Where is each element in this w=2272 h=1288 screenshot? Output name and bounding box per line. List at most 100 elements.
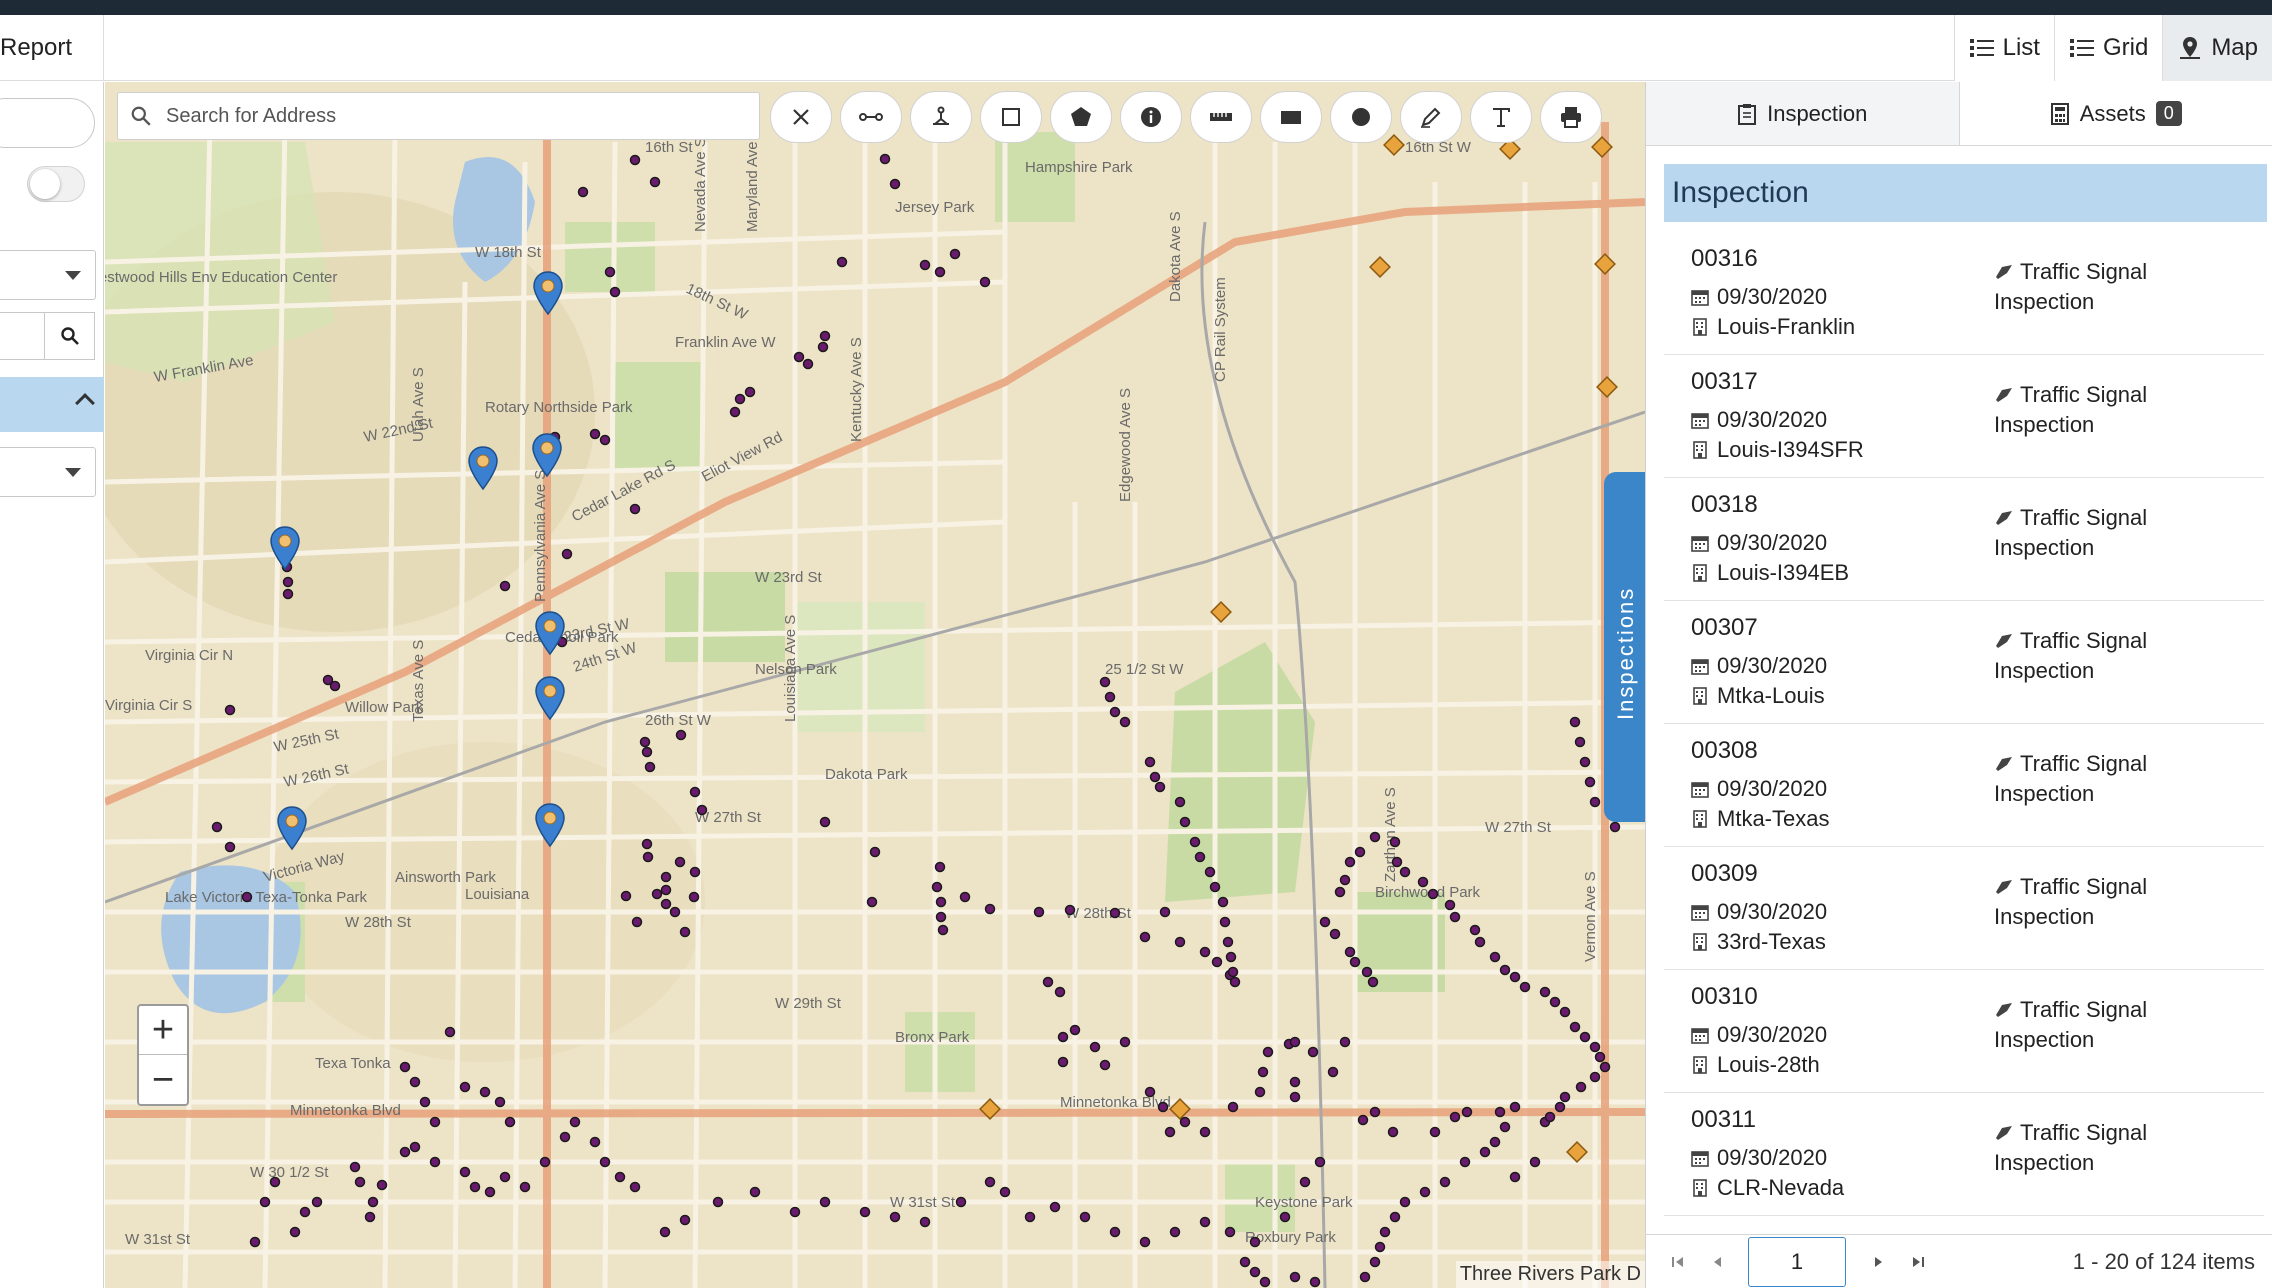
inspection-list-item[interactable]: 00318 09/30/2020 Louis-I394EB Traffic Signa… <box>1664 478 2264 601</box>
inspection-point[interactable] <box>935 911 947 923</box>
inspection-point[interactable] <box>1599 1061 1611 1073</box>
inspection-point[interactable] <box>649 176 661 188</box>
inspection-point[interactable] <box>1509 1171 1521 1183</box>
inspection-point[interactable] <box>679 926 691 938</box>
inspection-point[interactable] <box>1509 971 1521 983</box>
inspection-point[interactable] <box>1289 1091 1301 1103</box>
inspection-point[interactable] <box>1139 931 1151 943</box>
inspection-point[interactable] <box>660 884 672 896</box>
inspection-point[interactable] <box>1474 936 1486 948</box>
inspection-point[interactable] <box>1559 1006 1571 1018</box>
inspection-point[interactable] <box>1387 1126 1399 1138</box>
inspection-point[interactable] <box>1574 736 1586 748</box>
inspection-point[interactable] <box>1509 1101 1521 1113</box>
inspection-point[interactable] <box>934 266 946 278</box>
inspection-point[interactable] <box>614 1171 626 1183</box>
inspection-point[interactable] <box>984 903 996 915</box>
page-number-input[interactable]: 1 <box>1748 1236 1846 1287</box>
inspection-point[interactable] <box>879 153 891 165</box>
inspection-point[interactable] <box>712 1196 724 1208</box>
inspection-point[interactable] <box>1119 716 1131 728</box>
inspection-point[interactable] <box>1367 976 1379 988</box>
inspection-list-item[interactable]: 00309 09/30/2020 33rd-Texas Traffic Signal … <box>1664 847 2264 970</box>
inspection-point[interactable] <box>934 861 946 873</box>
filter-select-1[interactable] <box>0 250 96 300</box>
inspection-point[interactable] <box>1369 831 1381 843</box>
inspection-point[interactable] <box>641 838 653 850</box>
inspection-point[interactable] <box>1064 904 1076 916</box>
inspection-point[interactable] <box>1359 1271 1371 1283</box>
rectangle-tool-button[interactable] <box>980 91 1042 143</box>
inspection-point[interactable] <box>1544 1111 1556 1123</box>
inspection-point[interactable] <box>1227 966 1239 978</box>
inspection-point[interactable] <box>1579 756 1591 768</box>
inspection-point[interactable] <box>1559 1091 1571 1103</box>
inspection-point[interactable] <box>1154 781 1166 793</box>
inspection-point[interactable] <box>429 1156 441 1168</box>
inspection-point[interactable] <box>620 890 632 902</box>
inspection-point[interactable] <box>866 896 878 908</box>
inspection-point[interactable] <box>1589 1071 1601 1083</box>
inspection-list-item[interactable]: 00307 09/30/2020 Mtka-Louis Traffic Signal … <box>1664 601 2264 724</box>
inspection-point[interactable] <box>1307 1046 1319 1058</box>
first-page-button[interactable] <box>1658 1242 1698 1282</box>
inspection-point[interactable] <box>1357 1114 1369 1126</box>
inspection-point[interactable] <box>660 871 672 883</box>
map-canvas[interactable]: 16th St 16th St W W 18th St 18th St W Fr… <box>105 82 1645 1288</box>
inspection-point[interactable] <box>282 576 294 588</box>
clear-tool-button[interactable] <box>770 91 832 143</box>
inspection-point[interactable] <box>919 259 931 271</box>
address-search[interactable]: Search for Address <box>117 92 760 140</box>
inspection-point[interactable] <box>519 1181 531 1193</box>
circle-tool-button[interactable] <box>1330 91 1392 143</box>
inspection-point[interactable] <box>484 1186 496 1198</box>
inspection-point[interactable] <box>1609 821 1621 833</box>
inspection-point[interactable] <box>1099 1059 1111 1071</box>
inspection-point[interactable] <box>1157 1101 1169 1113</box>
inspection-point[interactable] <box>1225 951 1237 963</box>
inspection-point[interactable] <box>1479 1146 1491 1158</box>
inspection-point[interactable] <box>459 1166 471 1178</box>
inspection-point[interactable] <box>499 580 511 592</box>
print-tool-button[interactable] <box>1540 91 1602 143</box>
inspection-point[interactable] <box>249 1236 261 1248</box>
inspection-list-item[interactable]: 00310 09/30/2020 Louis-28th Traffic Signal … <box>1664 970 2264 1093</box>
inspection-point[interactable] <box>644 761 656 773</box>
inspection-point[interactable] <box>1374 1241 1386 1253</box>
inspection-point[interactable] <box>1469 924 1481 936</box>
inspection-point[interactable] <box>1249 1266 1261 1278</box>
inspection-point[interactable] <box>1389 1211 1401 1223</box>
inspection-point[interactable] <box>1289 1271 1301 1283</box>
inspection-point[interactable] <box>696 804 708 816</box>
inspection-point[interactable] <box>504 1116 516 1128</box>
inspection-point[interactable] <box>409 1076 421 1088</box>
inspection-point[interactable] <box>1119 1036 1131 1048</box>
inspection-point[interactable] <box>1339 874 1351 886</box>
inspection-point[interactable] <box>859 1206 871 1218</box>
inspection-point[interactable] <box>479 1086 491 1098</box>
inspection-point[interactable] <box>999 1186 1011 1198</box>
inspection-point[interactable] <box>935 896 947 908</box>
inspection-point[interactable] <box>1344 856 1356 868</box>
inspection-point[interactable] <box>817 341 829 353</box>
inspection-point[interactable] <box>1199 946 1211 958</box>
filter-toggle[interactable] <box>27 166 85 202</box>
inspection-point[interactable] <box>349 1161 361 1173</box>
inspection-point[interactable] <box>1194 851 1206 863</box>
info-tool-button[interactable] <box>1120 91 1182 143</box>
inspection-point[interactable] <box>789 1206 801 1218</box>
inspection-point[interactable] <box>1024 1211 1036 1223</box>
inspection-point[interactable] <box>660 898 672 910</box>
inspection-point[interactable] <box>1054 986 1066 998</box>
inspection-point[interactable] <box>577 186 589 198</box>
polygon-tool-button[interactable] <box>1050 91 1112 143</box>
inspection-point[interactable] <box>1494 1106 1506 1118</box>
inspection-point[interactable] <box>1262 1046 1274 1058</box>
inspection-point[interactable] <box>1249 1236 1261 1248</box>
inspection-point[interactable] <box>629 503 641 515</box>
inspection-point[interactable] <box>1499 964 1511 976</box>
inspection-point[interactable] <box>399 1146 411 1158</box>
inspection-point[interactable] <box>1519 981 1531 993</box>
inspection-point[interactable] <box>1379 1226 1391 1238</box>
inspection-point[interactable] <box>1104 691 1116 703</box>
